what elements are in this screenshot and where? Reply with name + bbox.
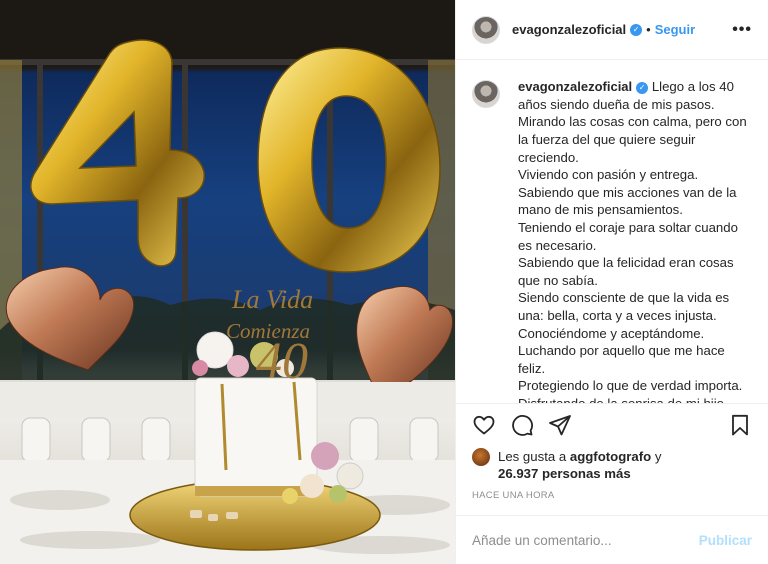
caption-username[interactable]: evagonzalezoficial (518, 79, 632, 94)
action-bar (456, 403, 768, 446)
post-header: evagonzalezoficial ✓ • Seguir ••• (456, 0, 768, 61)
paper-plane-icon[interactable] (548, 413, 572, 437)
likes-text: Les gusta a aggfotografo y 26.937 person… (498, 448, 661, 482)
caption-line: Siendo consciente de que la vida es (518, 290, 730, 306)
caption-text: evagonzalezoficial ✓ Llego a los 40 años … (518, 78, 747, 403)
publish-button[interactable]: Publicar (699, 533, 752, 548)
verified-badge-icon: ✓ (636, 81, 649, 94)
caption-line: Conociéndome y aceptándome. (518, 325, 705, 341)
caption-line: Protegiendo lo que de verdad importa. (518, 378, 743, 394)
post-photo[interactable]: La Vida Comienza 40 (0, 0, 455, 564)
caption-line: creciendo. (518, 149, 579, 165)
caption-line: Sabiendo que la felicidad eran cosas (518, 255, 734, 271)
balloon-number-0 (257, 47, 441, 273)
verified-badge-icon: ✓ (630, 23, 643, 36)
caption-line-text: Llego a los 40 (651, 79, 734, 95)
ceiling-frame (0, 0, 455, 60)
caption: evagonzalezoficial ✓ Llego a los 40 años … (456, 60, 768, 403)
instagram-post: La Vida Comienza 40 evagonzalezoficial ✓… (0, 0, 768, 564)
likes-connector: y (651, 449, 662, 465)
caption-line: la fuerza del que quiere seguir (518, 132, 696, 148)
birthday-photo-illustration: La Vida Comienza 40 (0, 0, 455, 564)
likes-prefix: Les gusta a (498, 449, 570, 465)
cake-topper-number: 40 (256, 333, 308, 390)
caption-line: Viviendo con pasión y entrega. (518, 167, 699, 183)
likes-count-link[interactable]: 26.937 personas más (498, 466, 631, 481)
balloon-number-4 (30, 39, 205, 267)
liker-username[interactable]: aggfotografo (570, 449, 651, 464)
caption-line: que no sabía. (518, 272, 598, 288)
caption-line: Luchando por aquello que me hace (518, 343, 725, 359)
caption-line: mano de mis pensamientos. (518, 202, 683, 218)
comment-box: Publicar (456, 515, 768, 564)
liker-avatar[interactable] (472, 448, 490, 467)
caption-line: Mirando las cosas con calma, pero con (518, 114, 747, 130)
caption-line: años siendo dueña de mis pasos. (518, 96, 715, 112)
caption-line: Teniendo el coraje para soltar cuando (518, 220, 738, 236)
author-username[interactable]: evagonzalezoficial (512, 22, 626, 37)
author-avatar[interactable] (472, 15, 500, 44)
cake-gold-band (195, 486, 317, 496)
post-side-panel: evagonzalezoficial ✓ • Seguir ••• evagon… (455, 0, 768, 564)
caption-author-avatar[interactable] (472, 80, 500, 109)
likes-summary: Les gusta a aggfotografo y 26.937 person… (456, 446, 768, 482)
caption-line: feliz. (518, 360, 546, 376)
caption-line: una: bella, corta y a veces injusta. (518, 308, 717, 324)
caption-line: Disfrutando de la sonrisa de mi hijo. (518, 395, 747, 403)
cake-topper-line1: La Vida (231, 285, 313, 314)
bookmark-icon[interactable] (728, 413, 752, 437)
follow-button[interactable]: Seguir (655, 22, 695, 37)
heart-icon[interactable] (472, 413, 496, 437)
caption-line: es necesario. (518, 237, 597, 253)
caption-line: Sabiendo que mis acciones van de la (518, 184, 737, 200)
more-options-icon[interactable]: ••• (732, 21, 752, 39)
comment-icon[interactable] (510, 413, 534, 437)
header-separator: • (646, 22, 651, 38)
comment-input[interactable] (472, 532, 699, 548)
caption-line: evagonzalezoficial ✓ Llego a los 40 (518, 78, 747, 96)
post-timestamp[interactable]: HACE UNA HORA (456, 482, 768, 515)
